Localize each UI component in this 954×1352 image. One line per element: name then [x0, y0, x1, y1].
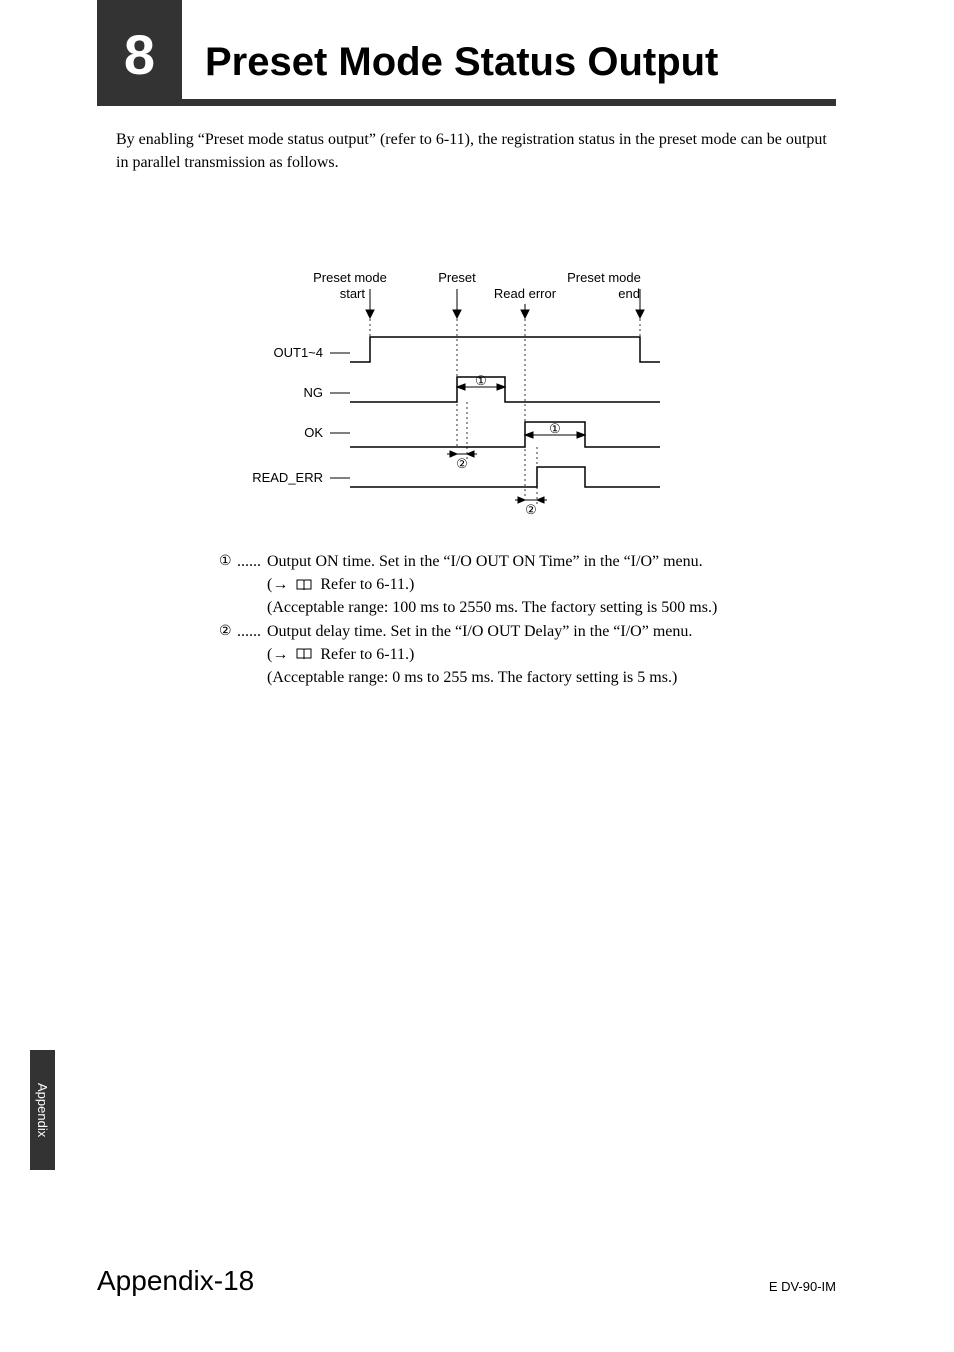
note-marker-2: ②: [219, 620, 237, 643]
note1-line1: Output ON time. Set in the “I/O OUT ON T…: [267, 550, 779, 573]
signal-ok: OK: [304, 425, 323, 440]
label-preset: Preset: [438, 270, 476, 285]
notes-block: ① ...... Output ON time. Set in the “I/O…: [219, 550, 779, 689]
document-page: 8 Preset Mode Status Output By enabling …: [0, 0, 954, 1352]
note-dots-2: ......: [237, 620, 267, 643]
marker-two-ng: ②: [456, 456, 468, 471]
note2-arrow: →: [272, 646, 288, 663]
page-title: Preset Mode Status Output: [205, 40, 718, 85]
footer-doc-code: E DV-90-IM: [769, 1279, 836, 1294]
note1-range: (Acceptable range: 100 ms to 2550 ms. Th…: [219, 596, 779, 619]
note1-arrow: →: [272, 576, 288, 593]
signal-read-err: READ_ERR: [252, 470, 323, 485]
marker-two-readerr: ②: [525, 502, 537, 517]
footer-page-label: Appendix-18: [97, 1265, 254, 1297]
book-icon: [296, 579, 312, 591]
book-icon: [296, 648, 312, 660]
intro-paragraph: By enabling “Preset mode status output” …: [116, 128, 836, 174]
note1-refer-text: Refer to 6-11.): [320, 576, 414, 593]
side-tab-appendix: Appendix: [30, 1050, 55, 1170]
title-underline: [97, 99, 836, 106]
note2-refer-text: Refer to 6-11.): [320, 646, 414, 663]
marker-one-ok: ①: [549, 421, 561, 436]
marker-one-ng: ①: [475, 373, 487, 388]
label-preset-mode-start-2: start: [340, 286, 366, 301]
timing-diagram: Preset mode start Preset Read error Pres…: [235, 257, 715, 520]
signal-ng: NG: [304, 385, 324, 400]
note-dots-1: ......: [237, 550, 267, 573]
note2-line1: Output delay time. Set in the “I/O OUT D…: [267, 620, 779, 643]
label-read-error: Read error: [494, 286, 557, 301]
note2-range: (Acceptable range: 0 ms to 255 ms. The f…: [219, 666, 779, 689]
section-number-badge: 8: [97, 0, 182, 99]
label-preset-mode-end-1: Preset mode: [567, 270, 641, 285]
label-preset-mode-start-1: Preset mode: [313, 270, 387, 285]
signal-out14: OUT1~4: [274, 345, 324, 360]
label-preset-mode-end-2: end: [618, 286, 640, 301]
note-marker-1: ①: [219, 550, 237, 573]
